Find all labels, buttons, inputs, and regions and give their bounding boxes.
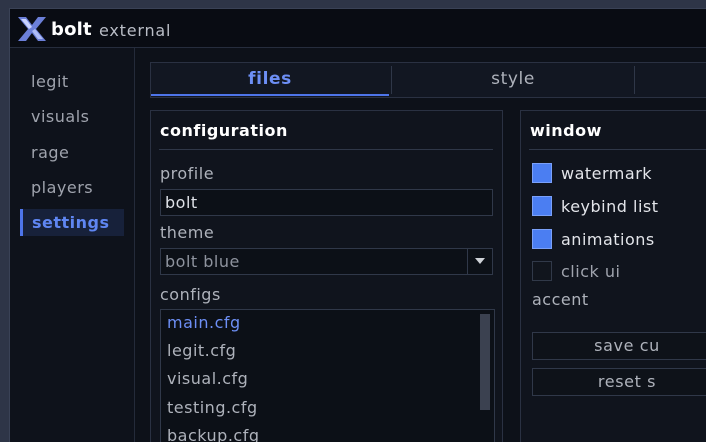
animations-label: animations	[561, 230, 655, 249]
watermark-label: watermark	[561, 164, 653, 183]
click-ui-label: click ui	[561, 262, 621, 281]
theme-label: theme	[160, 223, 215, 242]
click-ui-checkbox[interactable]	[532, 261, 552, 281]
sidebar-item-players[interactable]: players	[20, 174, 124, 201]
list-item[interactable]: testing.cfg	[167, 398, 258, 417]
panel-divider	[529, 149, 706, 150]
accent-label: accent	[532, 290, 589, 309]
list-item[interactable]: visual.cfg	[167, 369, 248, 388]
keybind-list-label: keybind list	[561, 197, 659, 216]
sidebar: legit visuals rage players settings	[10, 48, 135, 442]
panel-title: window	[530, 121, 602, 140]
tab-files[interactable]: files	[151, 63, 389, 96]
animations-checkbox[interactable]	[532, 229, 552, 249]
profile-label: profile	[160, 164, 215, 183]
bolt-logo-icon	[18, 17, 46, 41]
configuration-panel: configuration profile bolt theme bolt bl…	[150, 110, 503, 442]
title-bar: bolt external	[10, 9, 706, 48]
select-arrow-box	[467, 249, 492, 274]
list-item[interactable]: legit.cfg	[167, 341, 236, 360]
sidebar-item-legit[interactable]: legit	[20, 68, 124, 95]
profile-input[interactable]: bolt	[160, 189, 493, 216]
reset-button[interactable]: reset s	[532, 368, 706, 396]
sidebar-item-rage[interactable]: rage	[20, 139, 124, 166]
configs-scrollbar[interactable]	[480, 314, 490, 410]
sidebar-item-settings[interactable]: settings	[20, 209, 124, 236]
app-subtitle: external	[99, 21, 172, 40]
configs-label: configs	[160, 285, 221, 304]
list-item[interactable]: main.cfg	[167, 313, 241, 332]
tab-more[interactable]	[635, 63, 706, 96]
window-panel: window watermark keybind list animations…	[520, 110, 706, 442]
theme-select-value: bolt blue	[165, 252, 240, 271]
watermark-checkbox[interactable]	[532, 163, 552, 183]
tab-bar: files style	[150, 62, 706, 98]
panel-divider	[159, 149, 493, 150]
theme-select[interactable]: bolt blue	[160, 248, 493, 275]
app-window: bolt external legit visuals rage players…	[9, 8, 706, 442]
keybind-list-checkbox[interactable]	[532, 196, 552, 216]
chevron-down-icon	[475, 258, 485, 264]
list-item[interactable]: backup.cfg	[167, 426, 260, 442]
save-config-button[interactable]: save cu	[532, 332, 706, 360]
tab-style[interactable]: style	[392, 63, 634, 96]
sidebar-item-visuals[interactable]: visuals	[20, 103, 124, 130]
configs-list[interactable]: main.cfg legit.cfg visual.cfg testing.cf…	[160, 309, 495, 442]
panel-title: configuration	[160, 121, 288, 140]
app-name: bolt	[51, 19, 92, 40]
